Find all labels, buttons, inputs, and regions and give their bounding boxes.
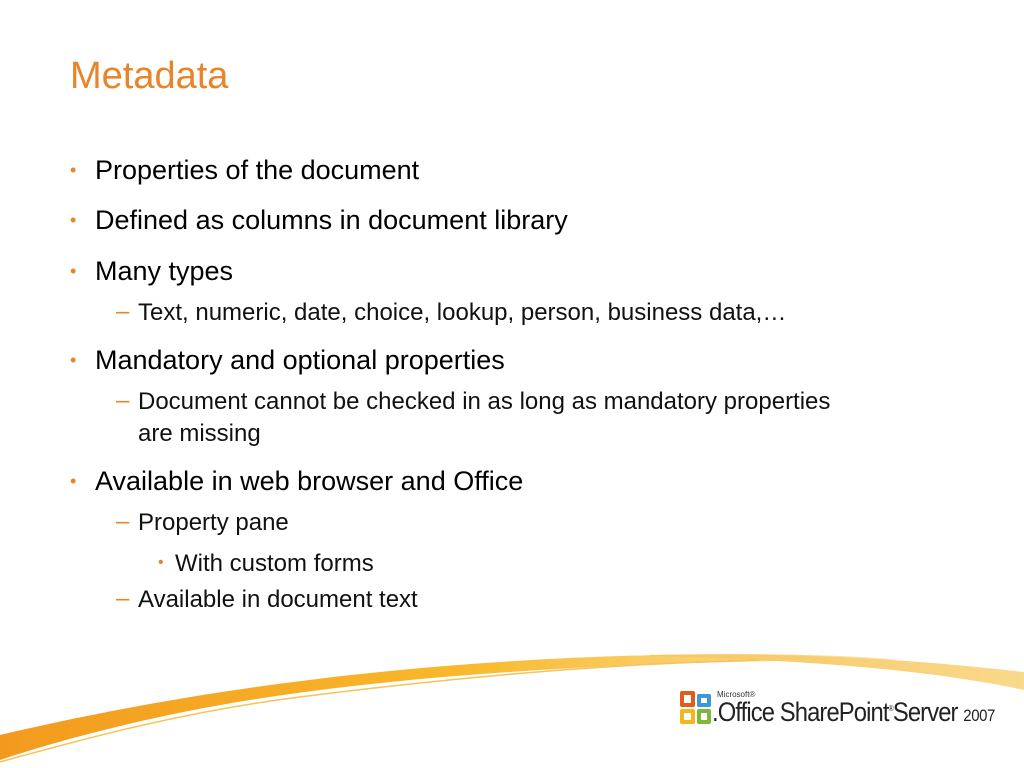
sharepoint-logo: Microsoft® .Office SharePoint®Server 200… <box>679 690 995 730</box>
sub-bullet-item: – Property pane <box>116 508 289 536</box>
sub-bullet-item: – Document cannot be checked in as long … <box>116 387 831 415</box>
bullet-item: • Available in web browser and Office <box>70 466 524 496</box>
office-logo-icon <box>680 691 711 724</box>
bullet-item: • Many types <box>70 256 234 286</box>
bullet-item: • Properties of the document <box>70 155 420 185</box>
sub-bullet-item: – Text, numeric, date, choice, lookup, p… <box>116 298 787 326</box>
bullet-icon: • <box>70 210 77 230</box>
bullet-icon: • <box>70 261 77 281</box>
bullet-icon: • <box>70 350 77 370</box>
sub-sub-bullet-item: • With custom forms <box>158 550 374 577</box>
sub-bullet-continuation: are missing <box>138 420 261 447</box>
bullet-icon: • <box>158 554 164 571</box>
dash-icon: – <box>116 298 130 325</box>
sub-bullet-item: – Available in document text <box>116 585 418 613</box>
dash-icon: – <box>116 585 130 612</box>
slide-title: Metadata <box>70 55 229 97</box>
bullet-icon: • <box>70 471 77 491</box>
bullet-item: • Defined as columns in document library <box>70 205 568 235</box>
dash-icon: – <box>116 387 130 414</box>
bullet-icon: • <box>70 160 77 180</box>
decorative-swoosh <box>0 654 1024 763</box>
product-name: .Office SharePoint®Server 2007 <box>712 697 995 727</box>
dash-icon: – <box>116 508 130 535</box>
bullet-item: • Mandatory and optional properties <box>70 345 505 375</box>
